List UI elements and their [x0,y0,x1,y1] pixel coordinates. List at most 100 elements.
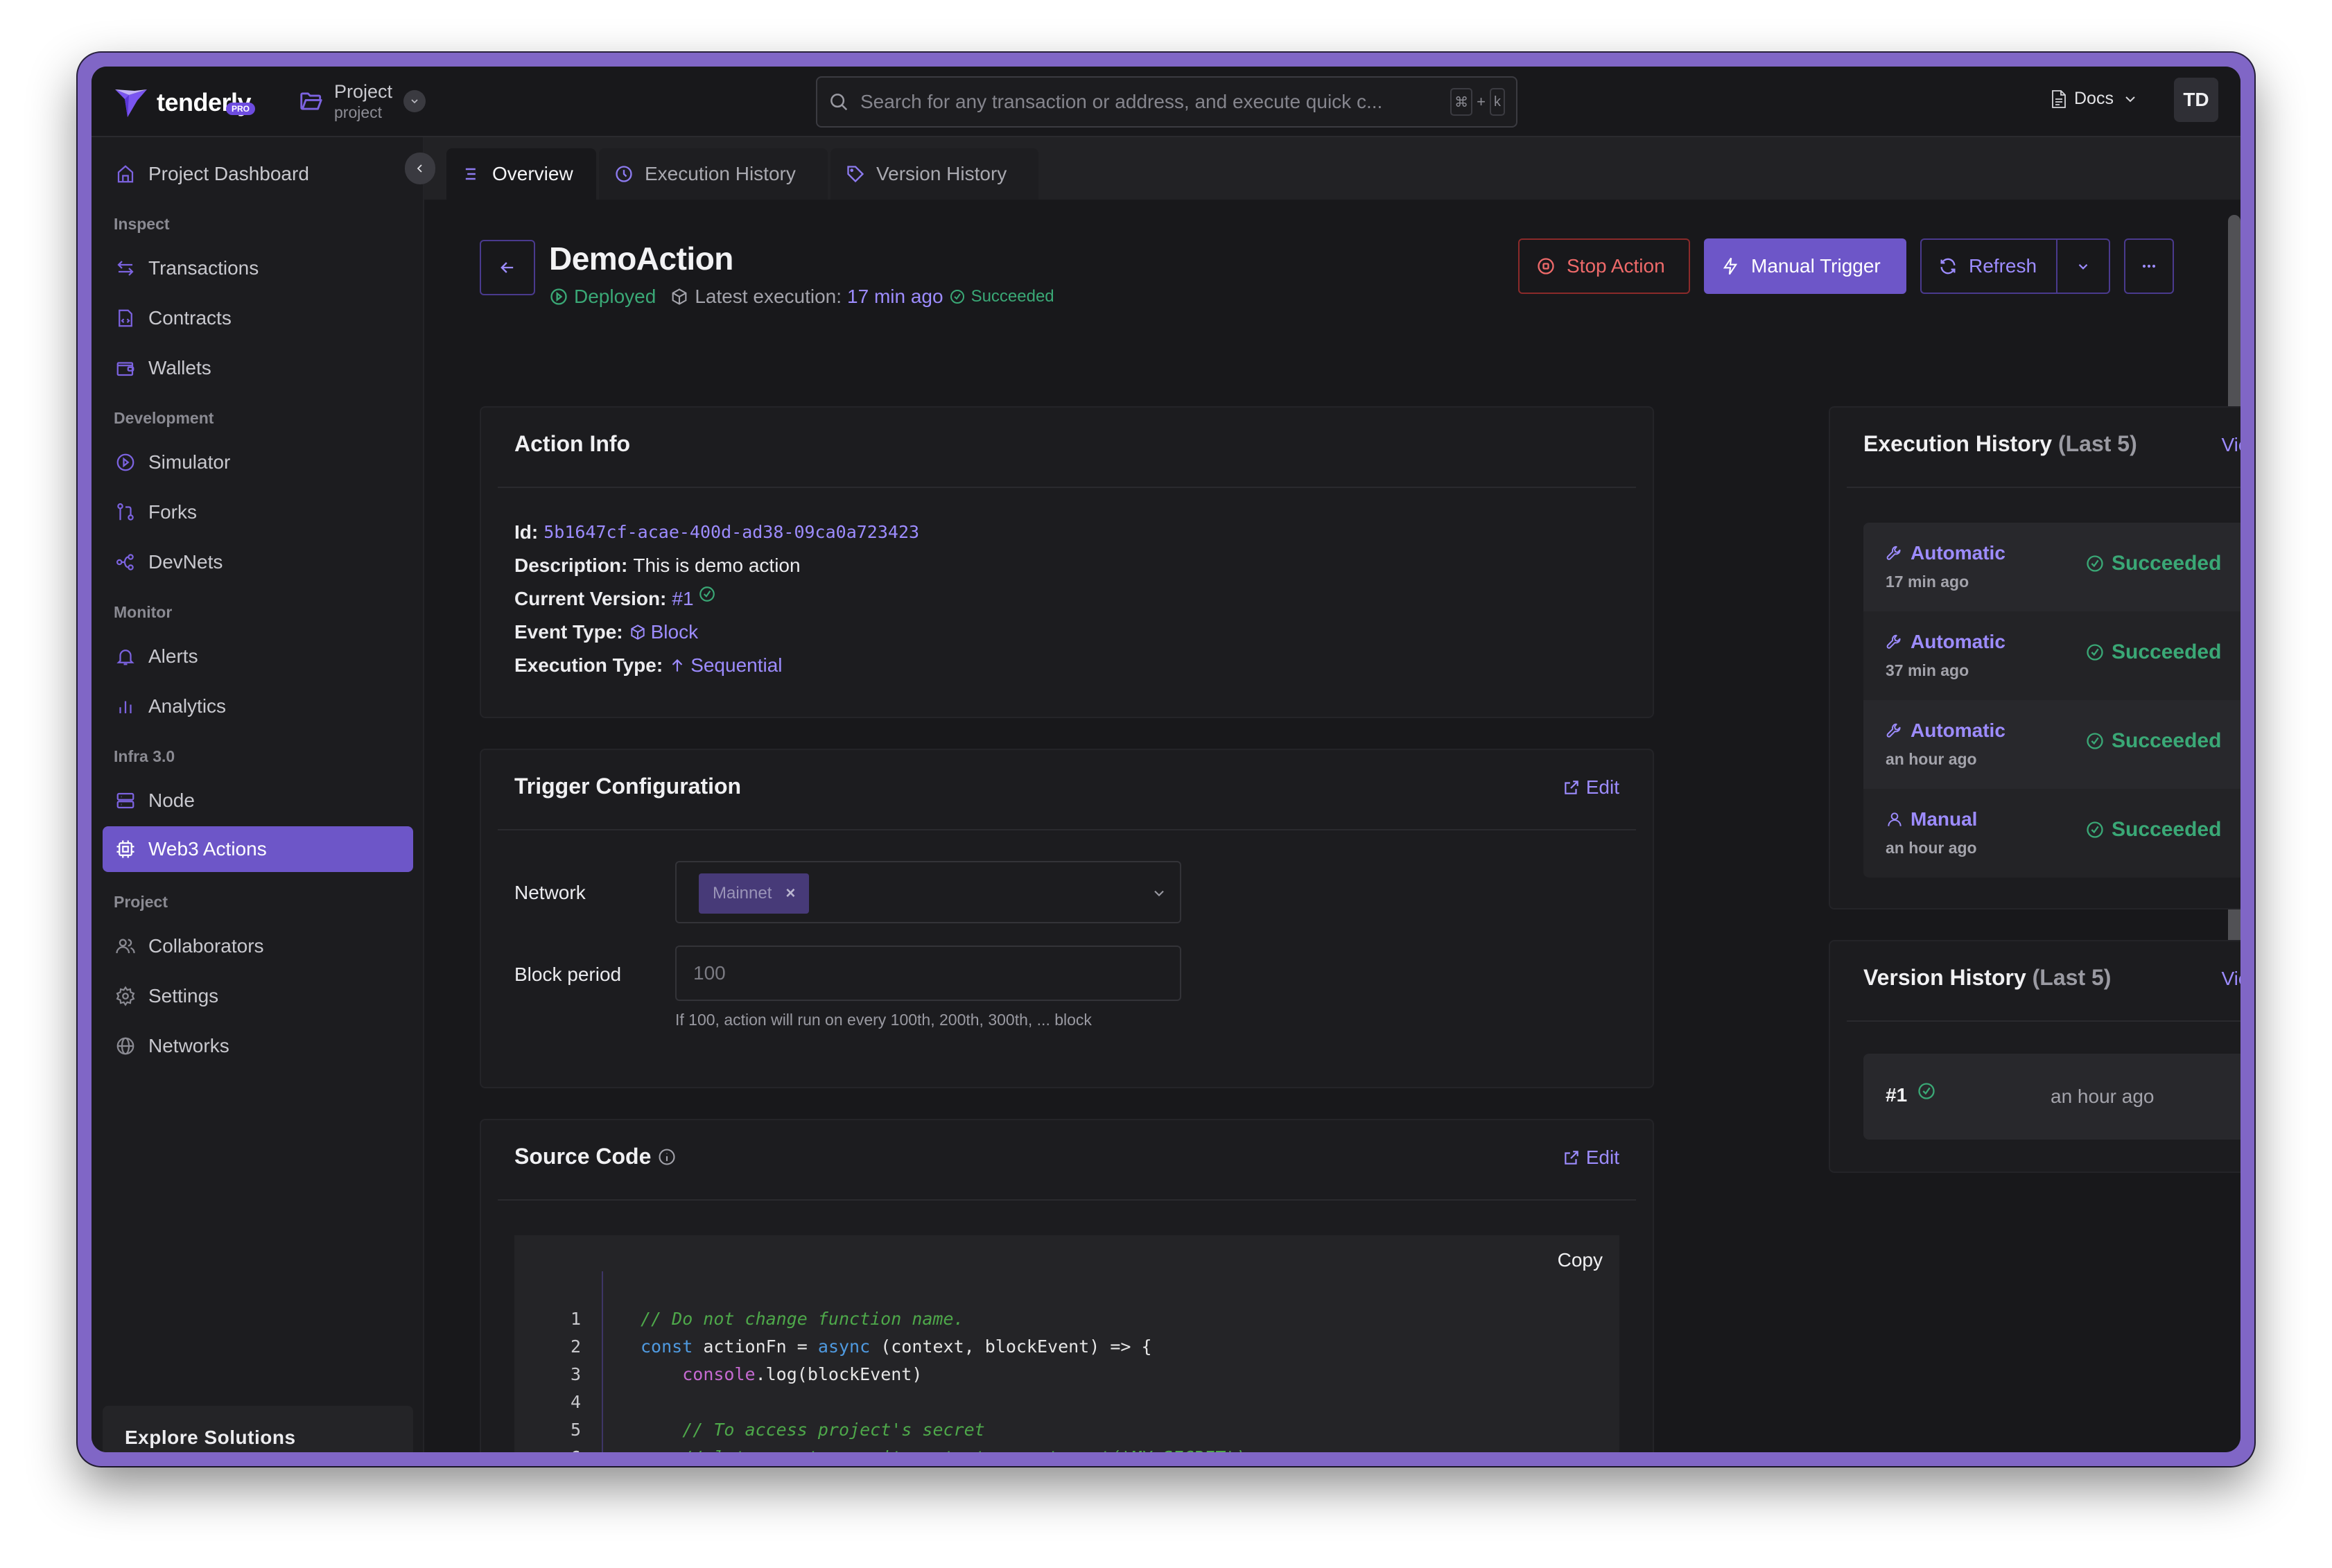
execution-time: 17 min ago [1886,573,1969,591]
refresh-button[interactable]: Refresh [1920,238,2056,294]
sidebar-item-alerts[interactable]: Alerts [103,634,413,679]
execution-history-count: (Last 5) [2057,431,2137,456]
collapse-sidebar-button[interactable] [405,153,435,184]
tab-label: Overview [492,163,573,184]
external-link-icon [1565,781,1578,794]
kebab-menu-icon[interactable] [2239,1083,2240,1110]
sidebar-item-label: Forks [148,501,197,523]
code-line: 2 const actionFn = async (context, blockE… [514,1332,1619,1360]
explore-solutions-card[interactable]: Explore Solutions With our Engineers [103,1406,413,1452]
id-label: Id: [514,521,539,543]
sidebar-item-settings[interactable]: Settings [103,973,413,1019]
view-all-versions-link[interactable]: View All [2221,968,2240,990]
code-text: // let secret = await context.secrets.ge… [641,1447,1246,1453]
code-line: 5 // To access project's secret [514,1415,1619,1443]
back-button[interactable] [480,240,535,295]
edit-trigger-link[interactable]: Edit [1563,776,1619,799]
sidebar-section-development: Development [114,409,214,427]
user-avatar[interactable]: TD [2174,78,2218,122]
description-label: Description: [514,555,628,576]
tab-execution-history[interactable]: Execution History [599,148,828,200]
copy-button[interactable]: Copy [1558,1249,1603,1271]
server-icon [116,792,134,809]
sidebar-item-contracts[interactable]: Contracts [103,295,413,341]
execution-item[interactable]: Automatic 17 min ago Succeeded [1863,523,2240,611]
code-token: // let secret = await context.secrets.ge… [682,1447,1246,1453]
sidebar-item-devnets[interactable]: DevNets [103,539,413,585]
stop-action-button[interactable]: Stop Action [1518,238,1690,294]
info-icon[interactable] [657,1147,677,1167]
execution-item[interactable]: Automatic 37 min ago Succeeded [1863,611,2240,700]
project-switcher[interactable]: Project project [298,80,426,122]
kebab-menu-icon[interactable] [2239,641,2240,668]
global-search[interactable]: Search for any transaction or address, a… [816,76,1517,128]
shortcut-plus: + [1477,93,1486,110]
execution-item[interactable]: Automatic an hour ago Succeeded [1863,700,2240,789]
play-circle-icon [116,453,134,471]
edit-code-link[interactable]: Edit [1563,1147,1619,1169]
network-chip-label: Mainnet [713,884,772,903]
version-label: Current Version: [514,588,667,609]
sidebar-item-transactions[interactable]: Transactions [103,245,413,291]
gear-icon [116,986,135,1007]
git-fork-icon [117,503,134,521]
execution-item[interactable]: Manual an hour ago Succeeded [1863,789,2240,878]
sidebar-item-wallets[interactable]: Wallets [103,345,413,391]
sidebar-item-networks[interactable]: Networks [103,1023,413,1069]
tab-version-history[interactable]: Version History [830,148,1038,200]
sidebar-item-label: Transactions [148,257,259,279]
deploy-status: Deployed [574,286,656,307]
manual-trigger-button[interactable]: Manual Trigger [1704,238,1906,294]
check-circle-icon [2087,555,2103,572]
tab-overview[interactable]: Overview [446,148,596,200]
version-number: #1 [1886,1083,1936,1106]
block-period-input[interactable]: 100 [675,946,1181,1001]
edit-label: Edit [1585,1147,1619,1168]
docs-menu[interactable]: Docs [2051,89,2144,109]
globe-icon [116,1037,134,1055]
version-item[interactable]: #1 an hour ago [1863,1054,2240,1140]
sidebar-item-label: Simulator [148,451,231,473]
code-editor[interactable]: Copy 1 // Do not change function name. 2 co… [514,1235,1619,1452]
search-input[interactable]: Search for any transaction or address, a… [860,91,1450,113]
refresh-options-dropdown[interactable] [2056,238,2110,294]
more-options-button[interactable] [2124,238,2174,294]
sidebar-item-simulator[interactable]: Simulator [103,439,413,485]
bar-chart-icon [119,701,132,713]
current-version-value[interactable]: #1 [672,582,693,616]
action-id-row: Id: 5b1647cf-acae-400d-ad38-09ca0a723423 [514,516,919,549]
sidebar-section-monitor: Monitor [114,603,173,621]
app-window: tenderly PRO Project project Search for … [92,67,2240,1452]
code-text: const actionFn = async (context, blockEv… [641,1336,1152,1357]
latest-execution-time[interactable]: 17 min ago [847,286,943,308]
remove-network-icon[interactable]: × [785,884,795,903]
execution-type: Automatic [1886,631,2005,653]
sidebar-item-label: Collaborators [148,935,264,957]
sidebar-item-analytics[interactable]: Analytics [103,683,413,729]
sidebar-item-forks[interactable]: Forks [103,489,413,535]
sidebar-item-node[interactable]: Node [103,778,413,824]
action-id-value[interactable]: 5b1647cf-acae-400d-ad38-09ca0a723423 [543,516,919,549]
top-bar: tenderly PRO Project project Search for … [92,67,2240,137]
code-token: const [641,1336,693,1357]
sidebar-item-label: Node [148,790,195,811]
version-history-title: Version History [1863,965,2026,990]
network-select[interactable]: Mainnet × [675,861,1181,923]
chevron-left-icon [417,164,422,173]
chevron-down-icon[interactable] [403,90,426,112]
view-all-executions-link[interactable]: View All [2221,434,2240,456]
sidebar-item-collaborators[interactable]: Collaborators [103,923,413,969]
execution-status-label: Succeeded [2112,818,2222,841]
kebab-menu-icon[interactable] [2239,729,2240,757]
execution-status: Succeeded [2085,729,2221,753]
kebab-menu-icon[interactable] [2239,552,2240,580]
event-type-row: Event Type: Block [514,616,919,649]
sidebar-item-project-dashboard[interactable]: Project Dashboard [103,151,413,197]
version-label: #1 [1886,1084,1908,1106]
check-circle-icon [2087,821,2103,838]
execution-status-label: Succeeded [2112,641,2222,663]
kebab-menu-icon[interactable] [2239,818,2240,846]
tag-icon [847,166,864,183]
code-token: actionFn = [693,1336,818,1357]
sidebar-item-web3-actions[interactable]: Web3 Actions [103,826,413,872]
